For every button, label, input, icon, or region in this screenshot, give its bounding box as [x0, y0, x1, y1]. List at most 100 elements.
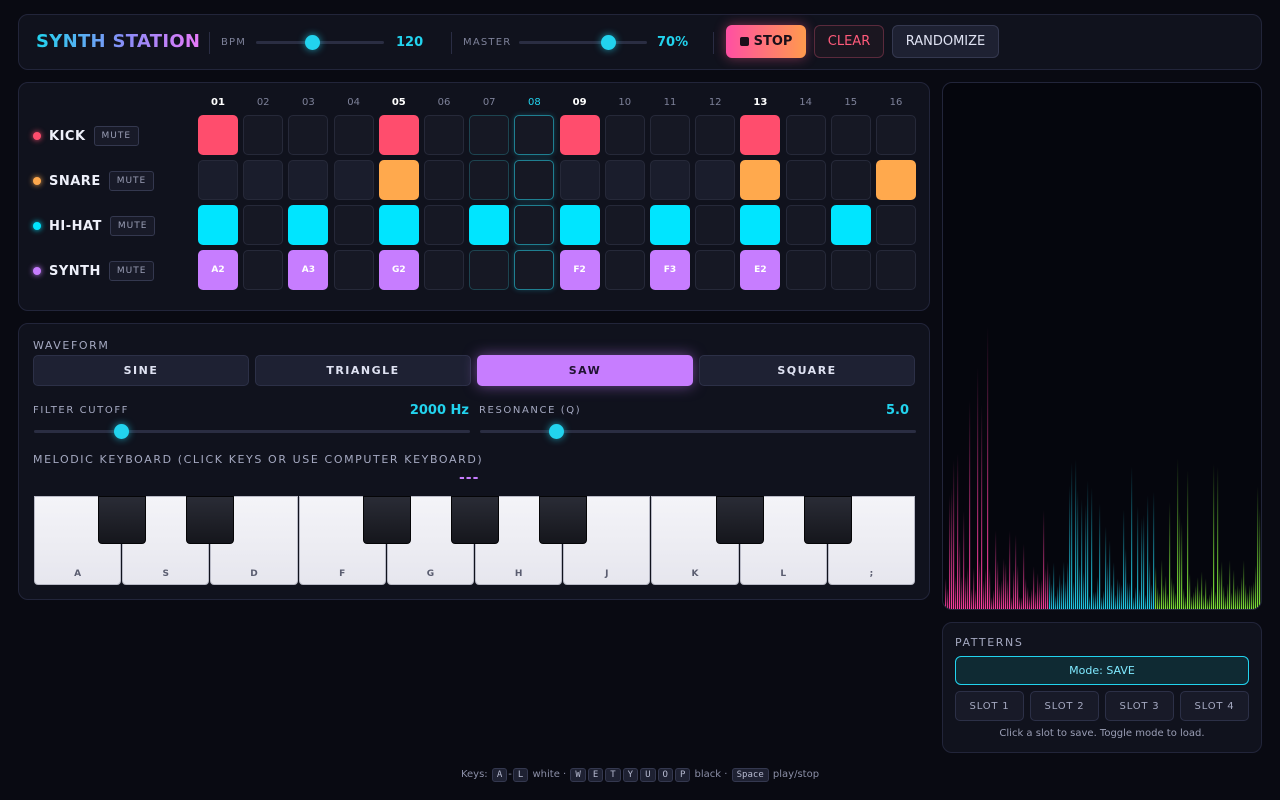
step-cell[interactable] [740, 115, 781, 155]
step-cell[interactable] [469, 115, 510, 155]
filter-cutoff-thumb[interactable] [113, 424, 129, 439]
bpm-slider[interactable] [256, 41, 384, 44]
step-cell[interactable] [559, 160, 600, 200]
step-cell[interactable] [876, 115, 916, 155]
step-cell[interactable] [559, 115, 600, 155]
step-cell[interactable] [650, 115, 690, 155]
step-cell[interactable] [469, 160, 510, 200]
spectrum-bar [957, 453, 959, 609]
piano-black-key[interactable] [186, 496, 235, 544]
pattern-slot-button[interactable]: SLOT 2 [1030, 691, 1099, 721]
step-cell[interactable] [604, 160, 645, 200]
waveform-saw-button[interactable]: SAW [477, 355, 693, 386]
step-cell[interactable] [650, 160, 690, 200]
step-cell[interactable] [469, 250, 510, 290]
step-cell[interactable] [604, 115, 645, 155]
mute-button[interactable]: MUTE [108, 261, 155, 281]
step-cell[interactable] [243, 115, 284, 155]
step-cell[interactable]: F2 [559, 250, 600, 290]
step-cell[interactable] [830, 205, 871, 245]
step-cell[interactable] [333, 205, 374, 245]
mute-button[interactable]: MUTE [108, 171, 155, 191]
step-cell[interactable] [830, 160, 871, 200]
step-cell[interactable] [243, 250, 284, 290]
step-cell[interactable]: A2 [198, 250, 238, 290]
step-cell[interactable] [740, 160, 781, 200]
master-volume-slider[interactable] [519, 41, 647, 44]
step-cell[interactable] [378, 205, 419, 245]
step-cell[interactable] [198, 205, 238, 245]
step-cell[interactable]: E2 [740, 250, 781, 290]
spectrum-bar [1253, 581, 1255, 609]
step-cell[interactable] [424, 160, 464, 200]
waveform-sine-button[interactable]: SINE [33, 355, 249, 386]
step-cell[interactable] [469, 205, 510, 245]
filter-cutoff-slider[interactable] [34, 430, 470, 433]
step-cell[interactable] [333, 160, 374, 200]
step-cell[interactable]: A3 [288, 250, 329, 290]
key-hint: U [640, 768, 656, 782]
step-cell[interactable] [785, 115, 826, 155]
randomize-button[interactable]: RANDOMIZE [892, 25, 999, 58]
bpm-slider-thumb[interactable] [304, 35, 320, 50]
step-cell[interactable] [559, 205, 600, 245]
resonance-slider[interactable] [480, 430, 916, 433]
step-cell[interactable] [378, 160, 419, 200]
step-cell[interactable]: G2 [378, 250, 419, 290]
piano-black-key[interactable] [451, 496, 499, 544]
step-cell[interactable] [876, 160, 916, 200]
step-cell[interactable] [785, 205, 826, 245]
step-cell[interactable]: F3 [650, 250, 690, 290]
pattern-slot-button[interactable]: SLOT 1 [955, 691, 1024, 721]
step-cell[interactable] [333, 115, 374, 155]
piano-black-key[interactable] [98, 496, 147, 544]
step-cell[interactable] [785, 160, 826, 200]
step-cell[interactable] [695, 205, 736, 245]
step-cell[interactable] [695, 160, 736, 200]
pattern-slot-button[interactable]: SLOT 3 [1105, 691, 1174, 721]
step-cell[interactable] [876, 250, 916, 290]
spectrum-bar [1161, 559, 1163, 609]
step-cell[interactable] [514, 115, 555, 155]
waveform-square-button[interactable]: SQUARE [699, 355, 915, 386]
step-cell[interactable] [288, 205, 329, 245]
step-cell[interactable] [243, 205, 284, 245]
step-cell[interactable] [604, 250, 645, 290]
master-volume-thumb[interactable] [601, 35, 617, 50]
mute-button[interactable]: MUTE [109, 216, 156, 236]
step-cell[interactable] [830, 115, 871, 155]
step-cell[interactable] [695, 250, 736, 290]
step-cell[interactable] [695, 115, 736, 155]
step-cell[interactable] [650, 205, 690, 245]
piano-black-key[interactable] [539, 496, 588, 544]
step-cell[interactable] [198, 115, 238, 155]
step-cell[interactable] [424, 115, 464, 155]
step-cell[interactable] [288, 115, 329, 155]
step-cell[interactable] [198, 160, 238, 200]
clear-button[interactable]: CLEAR [814, 25, 884, 58]
step-cell[interactable] [514, 205, 555, 245]
step-cell[interactable] [378, 115, 419, 155]
mute-button[interactable]: MUTE [93, 126, 140, 146]
step-number: 04 [347, 97, 360, 108]
stop-button[interactable]: STOP [726, 25, 806, 58]
step-cell[interactable] [514, 160, 555, 200]
step-cell[interactable] [424, 205, 464, 245]
resonance-thumb[interactable] [548, 424, 564, 439]
step-cell[interactable] [514, 250, 555, 290]
step-cell[interactable] [876, 205, 916, 245]
step-cell[interactable] [288, 160, 329, 200]
mode-toggle-button[interactable]: Mode: SAVE [955, 656, 1249, 685]
step-cell[interactable] [424, 250, 464, 290]
step-cell[interactable] [785, 250, 826, 290]
piano-black-key[interactable] [362, 496, 411, 544]
pattern-slot-button[interactable]: SLOT 4 [1180, 691, 1249, 721]
piano-black-key[interactable] [803, 496, 852, 544]
piano-black-key[interactable] [715, 496, 764, 544]
step-cell[interactable] [604, 205, 645, 245]
waveform-triangle-button[interactable]: TRIANGLE [255, 355, 471, 386]
step-cell[interactable] [243, 160, 284, 200]
step-cell[interactable] [740, 205, 781, 245]
step-cell[interactable] [333, 250, 374, 290]
step-cell[interactable] [830, 250, 871, 290]
